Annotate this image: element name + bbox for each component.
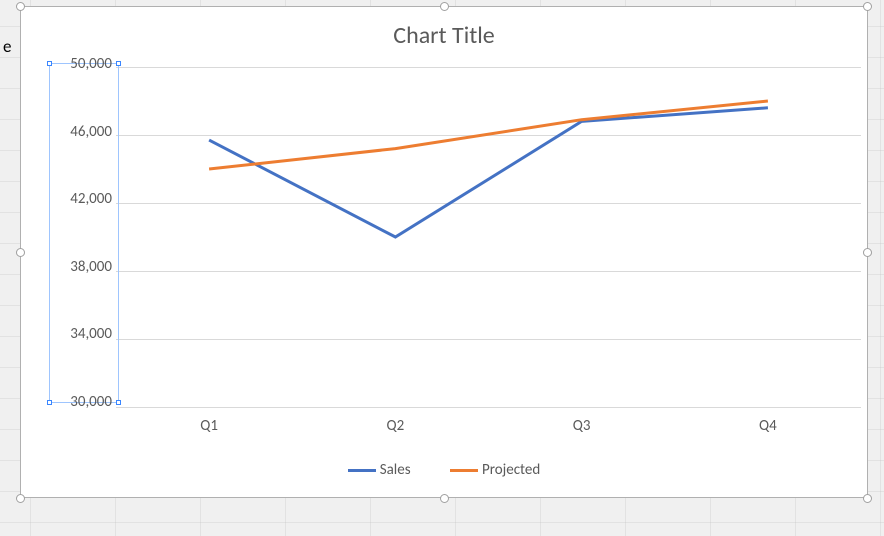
legend-label: Projected [482, 461, 540, 479]
y-tick-label: 38,000 [70, 258, 112, 276]
legend-item-projected[interactable]: Projected [450, 461, 540, 479]
resize-handle[interactable] [863, 494, 872, 503]
axis-handle[interactable] [116, 61, 121, 66]
legend[interactable]: Sales Projected [21, 461, 867, 479]
legend-label: Sales [380, 461, 411, 479]
resize-handle[interactable] [16, 248, 25, 257]
y-tick-label: 34,000 [70, 325, 112, 343]
legend-swatch [450, 469, 478, 473]
chart-series-svg [116, 67, 861, 407]
x-tick-label: Q2 [387, 417, 405, 435]
series-line-sales[interactable] [209, 108, 768, 237]
resize-handle[interactable] [16, 2, 25, 11]
axis-handle[interactable] [47, 61, 52, 66]
x-tick-label: Q4 [759, 417, 777, 435]
y-tick-label: 42,000 [70, 190, 112, 208]
resize-handle[interactable] [440, 494, 449, 503]
axis-handle[interactable] [116, 400, 121, 405]
series-line-projected[interactable] [209, 101, 768, 169]
axis-handle[interactable] [47, 400, 52, 405]
legend-swatch [348, 469, 376, 473]
resize-handle[interactable] [863, 2, 872, 11]
resize-handle[interactable] [16, 494, 25, 503]
cell-fragment: e [3, 36, 11, 57]
plot-area[interactable]: Q1 Q2 Q3 Q4 [116, 67, 861, 407]
x-tick-label: Q1 [200, 417, 218, 435]
gridline [116, 407, 861, 408]
y-tick-label: 50,000 [70, 55, 112, 73]
chart-title[interactable]: Chart Title [21, 7, 867, 50]
y-tick-label: 30,000 [70, 393, 112, 411]
resize-handle[interactable] [863, 248, 872, 257]
chart-object[interactable]: Chart Title 50,000 46,000 42,000 38,000 … [20, 6, 868, 498]
legend-item-sales[interactable]: Sales [348, 461, 411, 479]
y-axis-selection[interactable]: 50,000 46,000 42,000 38,000 34,000 30,00… [49, 63, 119, 403]
x-tick-label: Q3 [573, 417, 591, 435]
resize-handle[interactable] [440, 2, 449, 11]
y-tick-label: 46,000 [70, 123, 112, 141]
